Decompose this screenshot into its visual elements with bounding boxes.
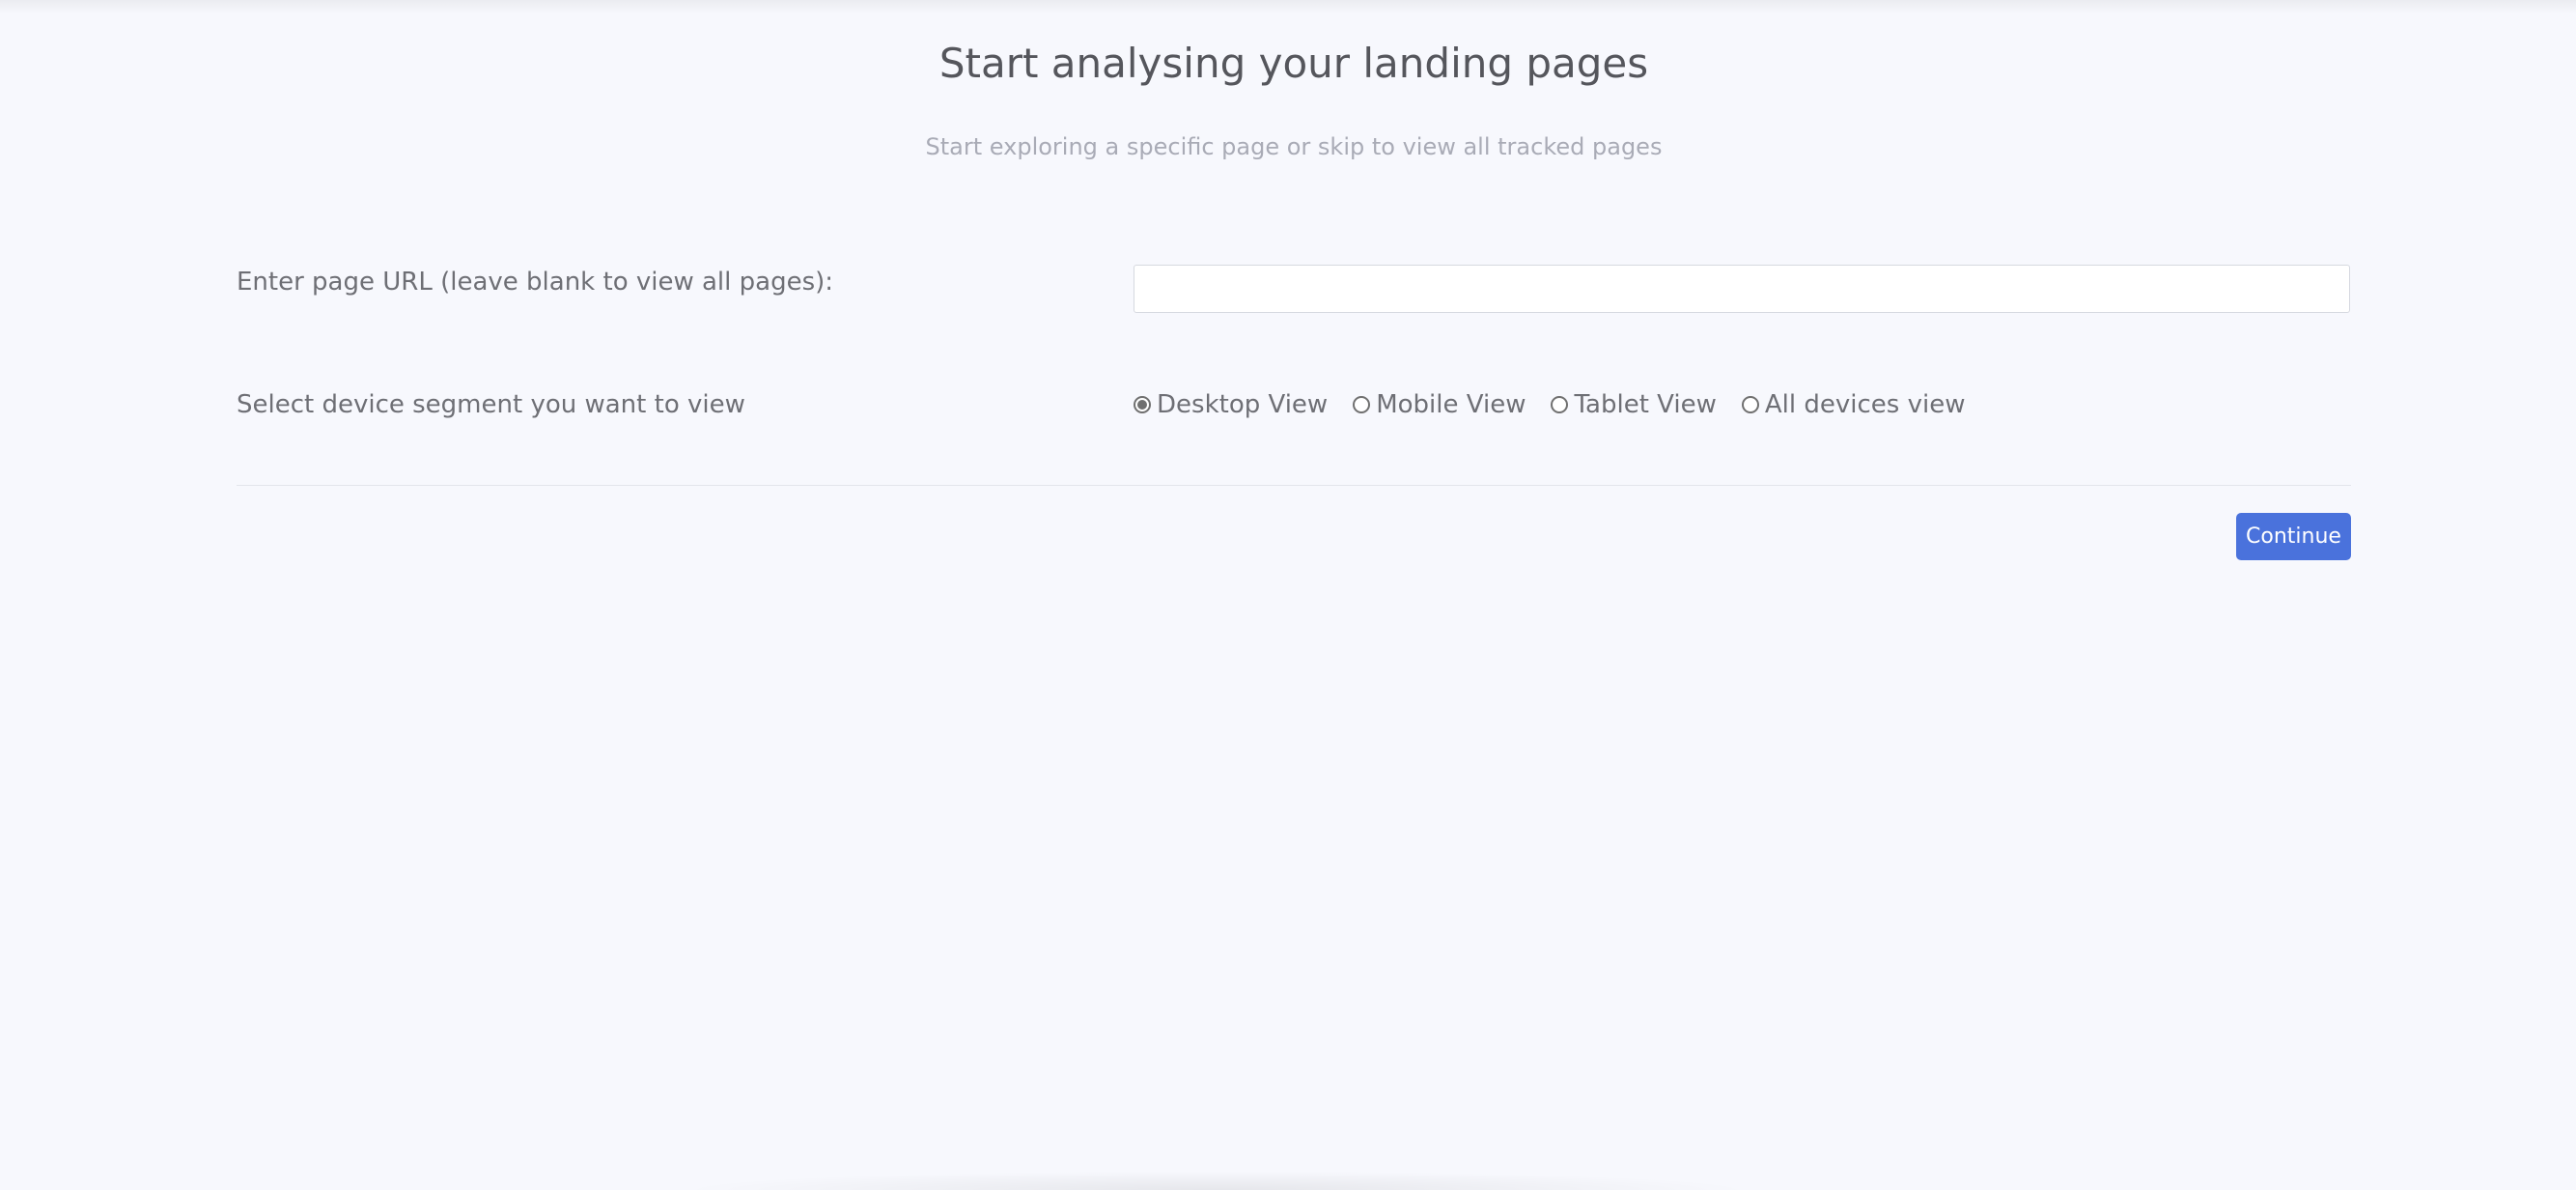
- device-segment-radio-group: Desktop View Mobile View Tablet View All…: [1134, 388, 1990, 421]
- radio-button-icon[interactable]: [1741, 396, 1759, 413]
- radio-label: All devices view: [1764, 390, 1966, 419]
- radio-desktop-view[interactable]: Desktop View: [1134, 388, 1328, 421]
- radio-button-icon[interactable]: [1551, 396, 1569, 413]
- url-field-label: Enter page URL (leave blank to view all …: [237, 268, 834, 297]
- page-subtitle: Start exploring a specific page or skip …: [925, 133, 1663, 160]
- landing-page-setup: Start analysing your landing pages Start…: [0, 0, 2576, 1190]
- top-shadow: [0, 0, 2576, 14]
- radio-mobile-view[interactable]: Mobile View: [1353, 388, 1526, 421]
- form-divider: [237, 485, 2351, 486]
- page-title: Start analysing your landing pages: [938, 40, 1649, 87]
- radio-label: Desktop View: [1157, 390, 1329, 419]
- radio-label: Tablet View: [1574, 390, 1717, 419]
- continue-button[interactable]: Continue: [2236, 513, 2351, 560]
- radio-all-devices-view[interactable]: All devices view: [1741, 388, 1966, 421]
- radio-button-icon[interactable]: [1353, 396, 1371, 413]
- radio-label: Mobile View: [1376, 390, 1526, 419]
- page-url-input[interactable]: [1134, 265, 2350, 313]
- bottom-shadow: [676, 1171, 1757, 1190]
- radio-button-icon[interactable]: [1134, 396, 1151, 413]
- device-segment-label: Select device segment you want to view: [237, 390, 745, 419]
- radio-tablet-view[interactable]: Tablet View: [1551, 388, 1717, 421]
